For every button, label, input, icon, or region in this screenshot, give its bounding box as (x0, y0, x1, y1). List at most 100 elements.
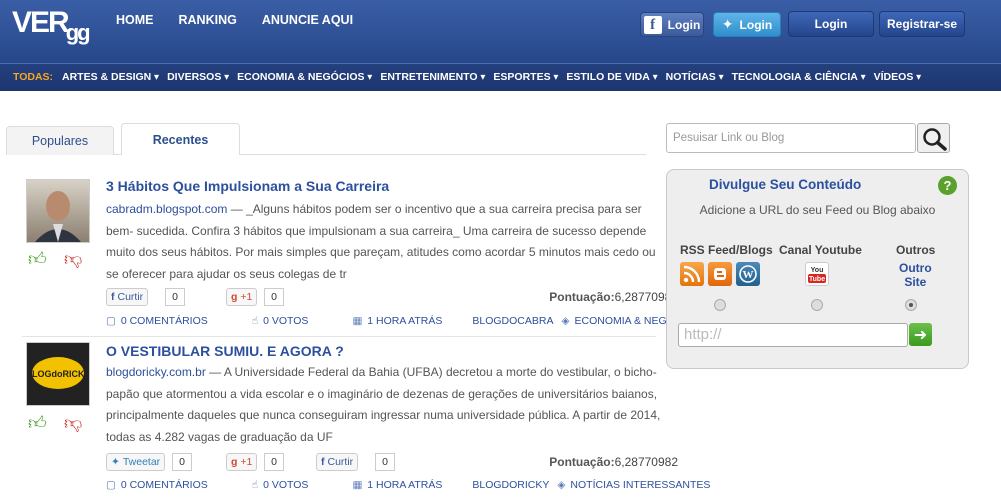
submit-content-box: Divulgue Seu Conteúdo ? Adicione a URL d… (666, 169, 969, 369)
twitter-bird-icon: ✦ (111, 456, 120, 468)
post-meta: ▢ 0 COMENTÁRIOS ☝ 0 VOTOS ▦ 1 HORA ATRÁS… (106, 479, 754, 491)
feed-tabs: Populares Recentes (6, 123, 646, 155)
url-input[interactable]: http:// (678, 323, 908, 347)
site-logo[interactable]: VERgg (12, 6, 91, 45)
post-thumbnail[interactable] (26, 179, 90, 243)
post-source-link[interactable]: blogdoricky.com.br (106, 365, 206, 379)
category-all[interactable]: TODAS: (13, 71, 53, 83)
blog-link[interactable]: BLOGDORICKY (472, 479, 549, 491)
facebook-like-button[interactable]: f Curtir (106, 288, 149, 306)
google-plus-icon: g (231, 456, 238, 468)
thumbs-up-icon[interactable]: 👍︎ (28, 412, 47, 434)
thumbs-up-icon[interactable]: 👍︎ (28, 248, 47, 270)
thumbs-down-icon[interactable]: 👎︎ (64, 412, 82, 434)
radio-rss[interactable] (714, 299, 726, 311)
svg-text:Tube: Tube (809, 276, 825, 283)
category-videos[interactable]: VÍDEOS (874, 71, 922, 83)
category-entretenimento[interactable]: ENTRETENIMENTO (380, 71, 485, 83)
like-count: 0 (375, 453, 395, 471)
search-button[interactable] (917, 123, 950, 153)
post-meta: ▢ 0 COMENTÁRIOS ☝ 0 VOTOS ▦ 1 HORA ATRÁS… (106, 315, 745, 327)
box-title: Divulgue Seu Conteúdo (709, 177, 862, 192)
youtube-icon: You Tube (805, 262, 829, 286)
wordpress-icon: W (736, 262, 760, 286)
main-nav: HOME RANKING ANUNCIE AQUI (116, 13, 378, 27)
post-title[interactable]: 3 Hábitos Que Impulsionam a Sua Carreira (106, 178, 389, 194)
post-time: ▦ 1 HORA ATRÁS (352, 479, 443, 491)
search-icon (923, 128, 947, 151)
thumbs-up-icon: ☝ (251, 479, 259, 491)
rss-icon (680, 262, 704, 286)
category-esportes[interactable]: ESPORTES (493, 71, 558, 83)
facebook-icon: f (111, 291, 115, 303)
facebook-icon: f (643, 15, 662, 34)
category-list: ARTES & DESIGN DIVERSOS ECONOMIA & NEGÓC… (62, 71, 929, 83)
google-plus-icon: g (231, 291, 238, 303)
radio-youtube[interactable] (811, 299, 823, 311)
category-diversos[interactable]: DIVERSOS (167, 71, 229, 83)
post-source-link[interactable]: cabradm.blogspot.com (106, 202, 227, 216)
facebook-icon: f (321, 456, 325, 468)
option-label-youtube: Canal Youtube (779, 243, 862, 257)
comment-icon: ▢ (106, 479, 116, 491)
post-excerpt: cabradm.blogspot.com — _Alguns hábitos p… (106, 202, 656, 281)
tab-recentes[interactable]: Recentes (121, 123, 240, 155)
post-time: ▦ 1 HORA ATRÁS (352, 315, 443, 327)
nav-home[interactable]: HOME (116, 13, 154, 27)
tweet-count: 0 (172, 453, 192, 471)
search-input[interactable]: Pesuisar Link ou Blog (666, 123, 916, 153)
category-noticias[interactable]: NOTÍCIAS (666, 71, 724, 83)
blogger-icon (708, 262, 732, 286)
post-divider (22, 336, 656, 337)
other-site-label: Outro Site (899, 261, 932, 289)
submit-url-button[interactable]: ➜ (909, 323, 932, 346)
post-score: Pontuação:6,28770982 (549, 455, 678, 469)
comments-link[interactable]: ▢ 0 COMENTÁRIOS (106, 315, 230, 327)
svg-text:BLOGdoRICKY: BLOGdoRICKY (27, 369, 89, 379)
google-plus-button[interactable]: g +1 (226, 453, 258, 471)
category-bar: TODAS: ARTES & DESIGN DIVERSOS ECONOMIA … (0, 63, 1001, 91)
radio-other[interactable] (905, 299, 917, 311)
category-artes[interactable]: ARTES & DESIGN (62, 71, 159, 83)
thumbs-down-icon[interactable]: 👎︎ (64, 248, 82, 270)
post-title[interactable]: O VESTIBULAR SUMIU. E AGORA ? (106, 343, 344, 359)
post-excerpt: blogdoricky.com.br — A Universidade Fede… (106, 365, 661, 444)
tag-icon: ◈ (561, 315, 570, 327)
nav-anuncie[interactable]: ANUNCIE AQUI (262, 13, 353, 27)
tag-icon: ◈ (557, 479, 566, 491)
category-estilo[interactable]: ESTILO DE VIDA (566, 71, 657, 83)
like-count: 0 (165, 288, 185, 306)
option-label-rss: RSS Feed/Blogs (680, 243, 773, 257)
plus-count: 0 (264, 453, 284, 471)
twitter-bird-icon: ✦ (721, 16, 734, 32)
svg-text:You: You (811, 267, 824, 274)
twitter-login-button[interactable]: ✦ Login (713, 12, 781, 37)
plus-count: 0 (264, 288, 284, 306)
login-button[interactable]: Login (788, 11, 874, 37)
category-link[interactable]: ◈ NOTÍCIAS INTERESSANTES (557, 479, 732, 491)
post-thumbnail[interactable]: BLOGdoRICKY (26, 342, 91, 406)
post-item: BLOGdoRICKY 👍︎ 👎︎ O VESTIBULAR SUMIU. E … (22, 341, 710, 499)
thumbs-up-icon: ☝ (251, 315, 259, 327)
option-label-other: Outros (896, 243, 936, 257)
calendar-icon: ▦ (352, 479, 363, 491)
category-tecnologia[interactable]: TECNOLOGIA & CIÊNCIA (732, 71, 866, 83)
comment-icon: ▢ (106, 315, 116, 327)
facebook-like-button[interactable]: f Curtir (316, 453, 359, 471)
post-item: 👍︎ 👎︎ 3 Hábitos Que Impulsionam a Sua Ca… (22, 176, 701, 336)
tweet-button[interactable]: ✦ Tweetar (106, 453, 166, 471)
blog-link[interactable]: BLOGDOCABRA (472, 315, 553, 327)
post-score: Pontuação:6,28770982 (549, 290, 678, 304)
tab-populares[interactable]: Populares (6, 126, 114, 155)
votes-link[interactable]: ☝ 0 VOTOS (252, 315, 331, 327)
google-plus-button[interactable]: g +1 (226, 288, 258, 306)
nav-ranking[interactable]: RANKING (179, 13, 237, 27)
calendar-icon: ▦ (352, 315, 363, 327)
votes-link[interactable]: ☝ 0 VOTOS (252, 479, 331, 491)
help-icon[interactable]: ? (938, 176, 957, 195)
category-economia[interactable]: ECONOMIA & NEGÓCIOS (237, 71, 372, 83)
comments-link[interactable]: ▢ 0 COMENTÁRIOS (106, 479, 230, 491)
register-button[interactable]: Registrar-se (879, 11, 965, 37)
facebook-login-button[interactable]: f Login (640, 12, 704, 37)
arrow-right-icon: ➜ (913, 326, 928, 344)
